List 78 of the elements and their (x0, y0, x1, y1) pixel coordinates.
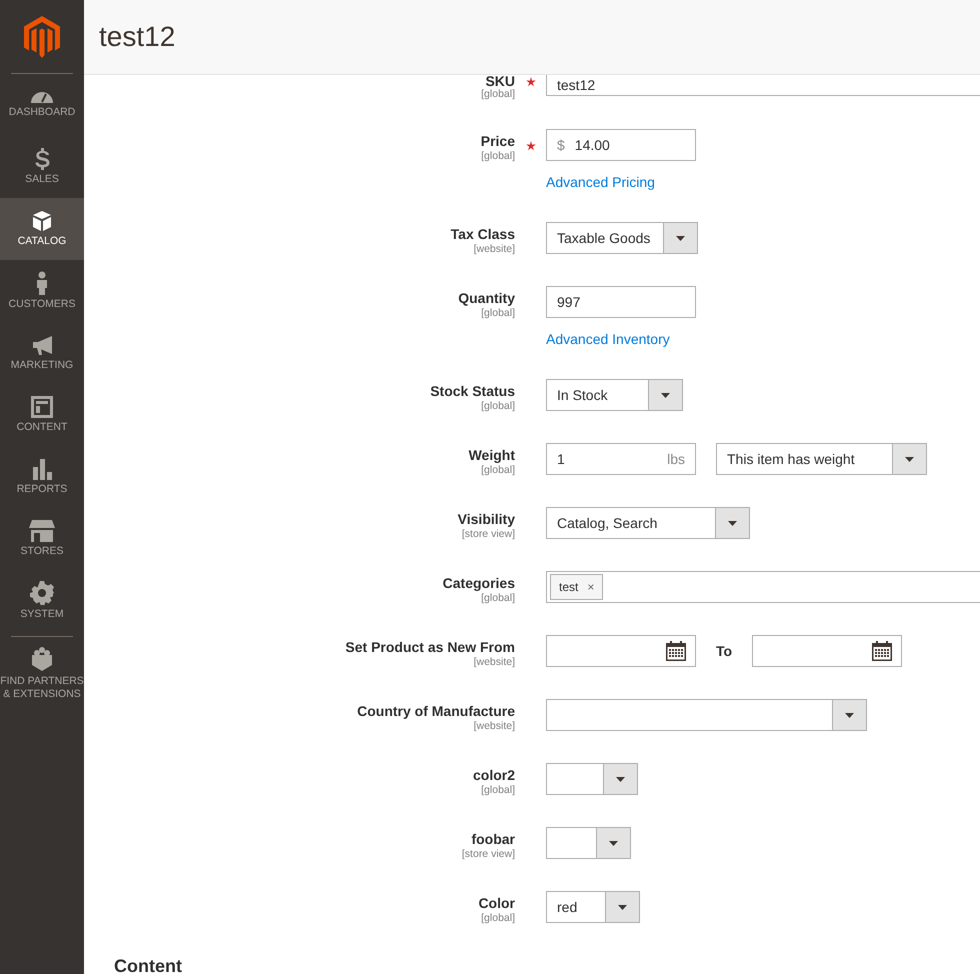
caret-icon (728, 520, 737, 526)
logo[interactable] (24, 16, 60, 58)
calendar-icon[interactable] (666, 641, 686, 661)
field-label: color2 (472, 767, 515, 784)
scope-label: [global] (480, 150, 515, 162)
link[interactable]: Advanced Inventory (546, 329, 670, 349)
date-field[interactable] (752, 635, 902, 667)
field-label: Price (480, 133, 515, 150)
text-field[interactable]: 1 lbs (546, 443, 696, 475)
caret-icon (845, 712, 854, 718)
field-label: SKU (484, 75, 515, 88)
field-label: To (716, 642, 734, 660)
field-label: Color (477, 895, 515, 912)
sidebar-item[interactable]: CATALOG (0, 198, 84, 260)
megaphone-icon (32, 334, 52, 356)
caret-icon (609, 840, 618, 846)
field-label: Visibility (456, 511, 515, 528)
field-label: Stock Status (429, 383, 515, 400)
section-heading: Content (114, 955, 183, 974)
select-field[interactable]: This item has weight (716, 443, 927, 475)
scope-label: [global] (480, 400, 515, 412)
text-field[interactable]: $ 14.00 (546, 129, 696, 161)
link[interactable]: Advanced Pricing (546, 172, 655, 192)
sidebar-item[interactable]: REPORTS (0, 446, 84, 508)
field-label: Country of Manufacture (356, 703, 515, 720)
caret-icon (618, 904, 627, 910)
field-label: Weight (468, 447, 515, 464)
caret-icon (676, 236, 685, 240)
remove-tag-button[interactable]: × (587, 578, 594, 596)
caret-icon (905, 456, 914, 462)
field-label: Quantity (457, 290, 515, 307)
select-field[interactable]: In Stock (546, 379, 683, 411)
scope-label: [global] (480, 784, 515, 796)
caret-icon (616, 776, 625, 782)
page-title: test12 (99, 20, 176, 54)
scope-label: [store view] (460, 528, 515, 540)
layout-icon (31, 396, 53, 418)
sidebar-item[interactable]: MARKETING (0, 322, 84, 384)
scope-label: [website] (472, 243, 515, 255)
scope-label: [global] (480, 464, 515, 476)
select-field[interactable] (546, 699, 867, 731)
select-field[interactable]: red (546, 891, 640, 923)
bar-chart-icon (32, 458, 52, 480)
date-field[interactable] (546, 635, 696, 667)
caret-icon (661, 392, 670, 398)
field-label: foobar (470, 831, 515, 848)
select-field[interactable]: Taxable Goods (546, 222, 698, 254)
box-icon (32, 210, 52, 232)
field-label: Categories (442, 575, 515, 592)
field-label: Set Product as New From (344, 639, 515, 656)
text-field[interactable]: test12 (546, 75, 980, 96)
sidebar-item[interactable]: SALES (0, 136, 84, 198)
sidebar-item[interactable]: STORES (0, 508, 84, 570)
gauge-icon (29, 91, 55, 103)
text-field[interactable]: 997 (546, 286, 696, 318)
select-field[interactable] (546, 827, 631, 859)
scope-label: [store view] (460, 848, 515, 860)
person-icon (35, 271, 49, 295)
sidebar-item[interactable]: FIND PARTNERS & EXTENSIONS (0, 637, 84, 707)
store-icon (29, 520, 55, 542)
select-field[interactable] (546, 763, 638, 795)
sidebar-item[interactable]: SYSTEM (0, 570, 84, 632)
calendar-icon[interactable] (872, 641, 892, 661)
multiselect-field[interactable]: test × (546, 571, 980, 603)
sidebar-item[interactable]: CONTENT (0, 384, 84, 446)
tag-label: test (559, 579, 578, 596)
scope-label: [global] (480, 88, 515, 100)
dollar-icon (34, 148, 50, 170)
field-label: Tax Class (450, 226, 515, 243)
sidebar-item[interactable]: DASHBOARD (0, 74, 84, 136)
gear-icon (30, 581, 54, 605)
sidebar-item[interactable]: CUSTOMERS (0, 260, 84, 322)
scope-label: [global] (480, 307, 515, 319)
scope-label: [website] (472, 720, 515, 732)
scope-label: [website] (472, 656, 515, 668)
select-field[interactable]: Catalog, Search (546, 507, 750, 539)
scope-label: [global] (480, 912, 515, 924)
scope-label: [global] (480, 592, 515, 604)
